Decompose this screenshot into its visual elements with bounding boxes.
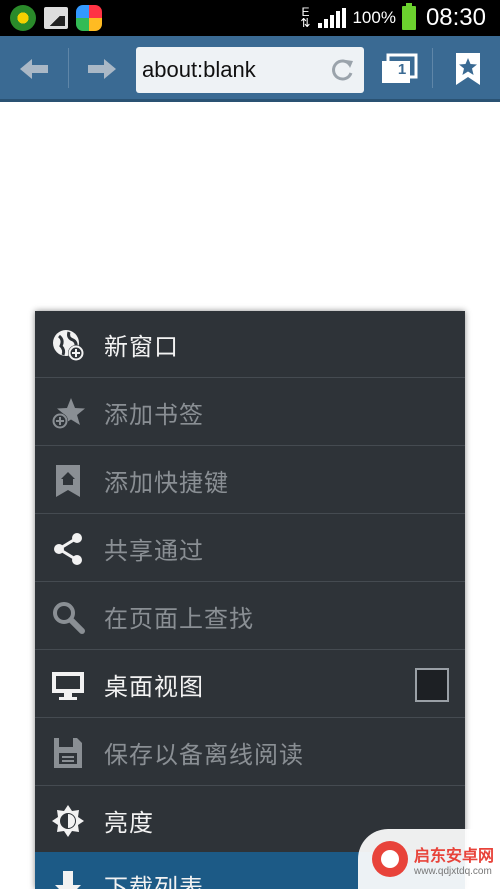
notification-icons: [10, 5, 102, 31]
watermark-text: 启东安卓网 www.qdjxtdq.com: [414, 842, 494, 877]
save-icon: [51, 736, 85, 770]
back-button[interactable]: [6, 36, 62, 102]
menu-item-add-shortcut[interactable]: 添加快捷键: [35, 447, 465, 514]
network-type: E ⇅: [300, 5, 311, 30]
status-bar: E ⇅ 100% 08:30: [0, 0, 500, 36]
watermark-logo-icon: [372, 841, 408, 877]
menu-item-add-bookmark[interactable]: 添加书签: [35, 379, 465, 446]
battery-icon: [401, 3, 416, 30]
gallery-icon: [44, 7, 68, 29]
star-add-icon: [51, 396, 85, 430]
menu-item-find-on-page[interactable]: 在页面上查找: [35, 583, 465, 650]
menu-item-label: 在页面上查找: [104, 604, 254, 633]
monitor-icon: [51, 668, 85, 702]
browser-toolbar: about:blank 1: [0, 36, 500, 102]
menu-item-desktop-view[interactable]: 桌面视图: [35, 651, 465, 718]
signal-icon: [318, 8, 347, 28]
menu-item-save-offline[interactable]: 保存以备离线阅读: [35, 719, 465, 786]
menu-item-label: 添加快捷键: [104, 468, 229, 497]
options-menu: 新窗口 添加书签 添加快捷键 共享通过 在页面上查找 桌面视图 保存以备离线阅读…: [35, 311, 465, 889]
url-field[interactable]: about:blank: [136, 47, 364, 93]
system-indicators: E ⇅ 100% 08:30: [298, 0, 486, 36]
download-icon: [51, 869, 85, 889]
menu-item-label: 新窗口: [104, 332, 179, 361]
menu-item-new-window[interactable]: 新窗口: [35, 311, 465, 378]
home-bookmark-icon: [51, 464, 85, 498]
menu-item-label: 桌面视图: [104, 672, 204, 701]
menu-item-label: 下载列表: [104, 874, 204, 889]
toolbar-divider: [68, 48, 69, 88]
bookmark-star-icon: [456, 53, 480, 85]
bookmarks-button[interactable]: [440, 36, 496, 102]
clover-icon: [10, 5, 36, 31]
search-icon: [51, 600, 85, 634]
network-type-label: E: [301, 5, 310, 19]
app-store-icon: [76, 5, 102, 31]
menu-item-share-via[interactable]: 共享通过: [35, 515, 465, 582]
share-icon: [51, 532, 85, 566]
battery-percent: 100%: [352, 8, 396, 27]
menu-item-label: 亮度: [104, 808, 154, 837]
arrow-left-icon: [20, 59, 48, 79]
watermark-title: 启东安卓网: [414, 845, 495, 865]
toolbar-divider: [432, 48, 433, 88]
menu-item-label: 保存以备离线阅读: [104, 740, 304, 769]
watermark-url: www.qdjxtdq.com: [414, 865, 492, 877]
arrow-right-icon: [88, 59, 116, 79]
desktop-view-checkbox[interactable]: [415, 668, 449, 702]
tabs-button[interactable]: 1: [372, 36, 426, 102]
globe-add-icon: [51, 328, 85, 362]
menu-item-label: 添加书签: [104, 400, 204, 429]
menu-item-label: 共享通过: [104, 536, 204, 565]
forward-button[interactable]: [74, 36, 130, 102]
watermark: 启东安卓网 www.qdjxtdq.com: [358, 829, 500, 889]
tab-count: 1: [397, 61, 407, 78]
clock: 08:30: [425, 4, 486, 31]
brightness-icon: [51, 804, 85, 838]
reload-icon[interactable]: [328, 56, 356, 84]
url-text: about:blank: [142, 57, 256, 82]
